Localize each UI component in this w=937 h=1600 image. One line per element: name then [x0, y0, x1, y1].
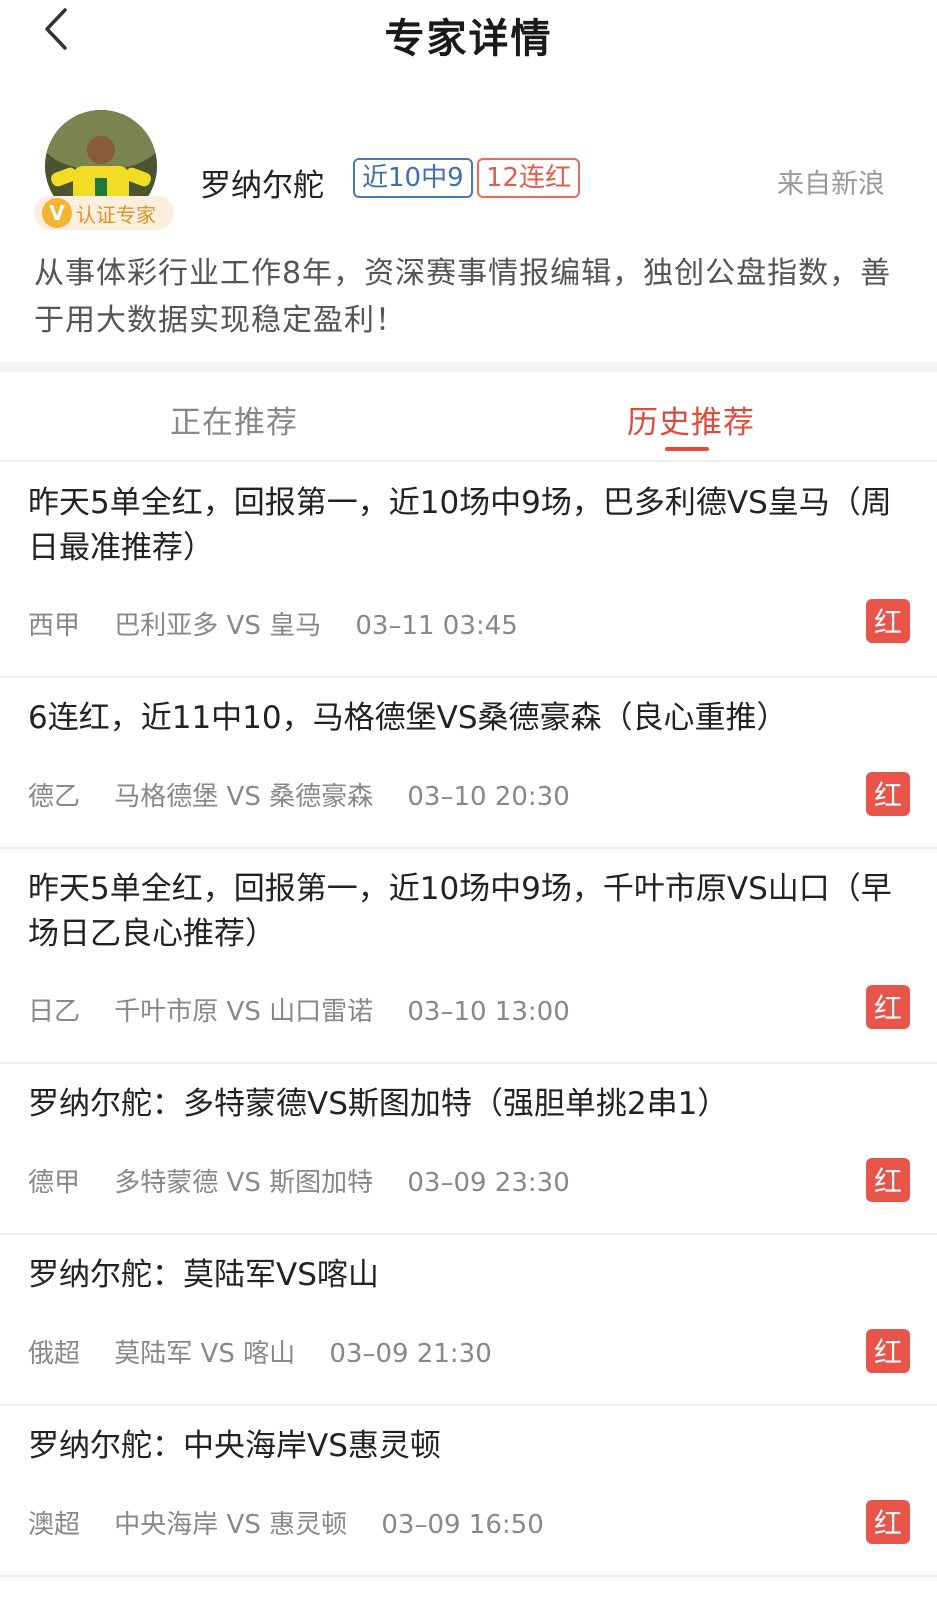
item-title: 6连红，近11中10，马格德堡VS桑德豪森（良心重推） [28, 700, 788, 736]
item-time: 03–09 23:30 [407, 1168, 570, 1198]
list-item[interactable]: 罗纳尔舵：多特蒙德VS斯图加特（强胆单挑2串1） 德甲 多特蒙德 VS 斯图加特… [0, 1064, 937, 1235]
item-league: 澳超 [28, 1510, 81, 1540]
result-badge: 红 [866, 985, 910, 1029]
list-item[interactable]: 罗纳尔舵：中央海岸VS惠灵顿 澳超 中央海岸 VS 惠灵顿 03–09 16:5… [0, 1406, 937, 1577]
source-label: 来自新浪 [777, 169, 885, 200]
item-match: 多特蒙德 VS 斯图加特 [114, 1168, 374, 1198]
item-meta: 日乙 千叶市原 VS 山口雷诺 03–10 13:00 [28, 991, 570, 1028]
item-title: 罗纳尔舵：多特蒙德VS斯图加特（强胆单挑2串1） [28, 1086, 729, 1122]
nav-bar: 专家详情 [0, 0, 937, 62]
expert-bio: 从事体彩行业工作8年，资深赛事情报编辑，独创公盘指数，善于用大数据实现稳定盈利！ [34, 256, 892, 338]
recent-record-tag: 近10中9 [353, 158, 473, 198]
result-badge: 红 [866, 599, 910, 643]
list-item[interactable]: 罗纳尔舵：莫陆军VS喀山 俄超 莫陆军 VS 喀山 03–09 21:30 红 [0, 1235, 937, 1406]
item-meta: 西甲 巴利亚多 VS 皇马 03–11 03:45 [28, 605, 518, 642]
list-item[interactable]: 昨天5单全红，回报第一，近10场中9场，千叶市原VS山口（早场日乙良心推荐） 日… [0, 849, 937, 1064]
item-title: 罗纳尔舵：中央海岸VS惠灵顿 [28, 1428, 441, 1464]
item-time: 03–10 13:00 [407, 997, 570, 1027]
tab-history-recommendations[interactable]: 历史推荐 [627, 397, 755, 442]
result-badge: 红 [866, 772, 910, 816]
item-meta: 德乙 马格德堡 VS 桑德豪森 03–10 20:30 [28, 776, 570, 813]
section-divider [0, 362, 937, 372]
item-time: 03–09 16:50 [381, 1510, 544, 1540]
list-item[interactable]: 6连红，近11中10，马格德堡VS桑德豪森（良心重推） 德乙 马格德堡 VS 桑… [0, 678, 937, 849]
tab-bar: 正在推荐 历史推荐 [0, 372, 937, 462]
expert-name: 罗纳尔舵 [200, 168, 324, 204]
item-title: 昨天5单全红，回报第一，近10场中9场，巴多利德VS皇马（周日最准推荐） [28, 485, 892, 566]
item-meta: 俄超 莫陆军 VS 喀山 03–09 21:30 [28, 1333, 492, 1370]
item-time: 03–11 03:45 [355, 611, 518, 641]
item-league: 日乙 [28, 997, 81, 1027]
item-match: 千叶市原 VS 山口雷诺 [114, 997, 374, 1027]
item-time: 03–10 20:30 [407, 782, 570, 812]
item-league: 西甲 [28, 611, 81, 641]
recommendation-list: 昨天5单全红，回报第一，近10场中9场，巴多利德VS皇马（周日最准推荐） 西甲 … [0, 463, 937, 1577]
item-title: 罗纳尔舵：莫陆军VS喀山 [28, 1257, 379, 1293]
tab-current-recommendations[interactable]: 正在推荐 [170, 397, 298, 442]
item-time: 03–09 21:30 [329, 1339, 492, 1369]
certified-label: 认证专家 [76, 202, 156, 227]
verified-v-icon: V [42, 198, 72, 228]
result-badge: 红 [866, 1158, 910, 1202]
active-tab-indicator [665, 447, 709, 451]
item-league: 德乙 [28, 782, 81, 812]
item-title: 昨天5单全红，回报第一，近10场中9场，千叶市原VS山口（早场日乙良心推荐） [28, 871, 892, 952]
expert-profile: V 认证专家 罗纳尔舵 近10中9 12连红 来自新浪 从事体彩行业工作8年，资… [0, 100, 937, 360]
item-match: 巴利亚多 VS 皇马 [114, 611, 322, 641]
page-title: 专家详情 [384, 16, 553, 62]
item-match: 中央海岸 VS 惠灵顿 [114, 1510, 348, 1540]
certified-badge: V 认证专家 [34, 196, 174, 230]
item-match: 马格德堡 VS 桑德豪森 [114, 782, 374, 812]
item-league: 德甲 [28, 1168, 81, 1198]
result-badge: 红 [866, 1329, 910, 1373]
list-item[interactable]: 昨天5单全红，回报第一，近10场中9场，巴多利德VS皇马（周日最准推荐） 西甲 … [0, 463, 937, 678]
item-league: 俄超 [28, 1339, 81, 1369]
result-badge: 红 [866, 1500, 910, 1544]
item-meta: 德甲 多特蒙德 VS 斯图加特 03–09 23:30 [28, 1162, 570, 1199]
item-meta: 澳超 中央海岸 VS 惠灵顿 03–09 16:50 [28, 1504, 544, 1541]
item-match: 莫陆军 VS 喀山 [114, 1339, 296, 1369]
streak-tag: 12连红 [477, 158, 581, 198]
